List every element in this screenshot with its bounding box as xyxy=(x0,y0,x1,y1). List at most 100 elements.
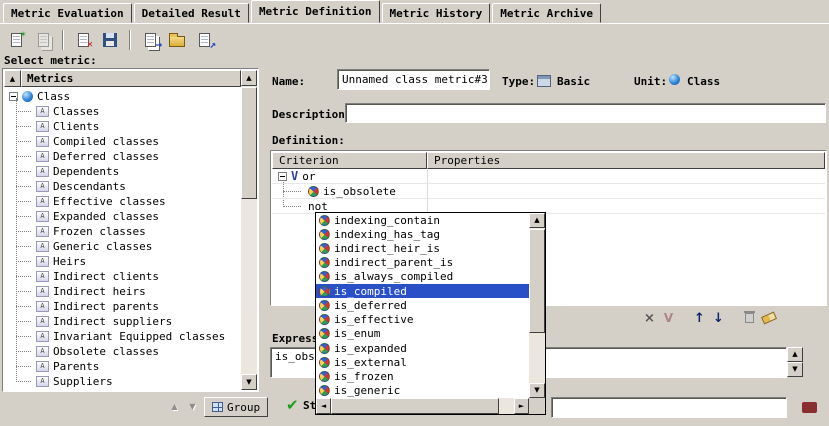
tree-column-header[interactable]: Metrics xyxy=(21,70,241,87)
tab-metric-evaluation[interactable]: Metric Evaluation xyxy=(3,3,132,23)
status-field[interactable] xyxy=(551,397,787,418)
metric-icon xyxy=(36,226,49,237)
dropdown-item-indexing-contain[interactable]: indexing_contain xyxy=(316,213,529,227)
move-criterion-up-button[interactable]: ↑ xyxy=(690,309,709,327)
dropdown-item-is-expanded[interactable]: is_expanded xyxy=(316,341,529,355)
criterion-row-is-obsolete[interactable]: is_obsolete xyxy=(272,184,825,199)
comment-button[interactable] xyxy=(795,396,823,418)
tree-item-frozen-classes[interactable]: Frozen classes xyxy=(4,224,241,239)
scroll-right-button[interactable] xyxy=(514,398,529,414)
type-value: Basic xyxy=(557,75,590,88)
tree-item-invariant-equipped-classes[interactable]: Invariant Equipped classes xyxy=(4,329,241,344)
delete-metric-button[interactable]: ✕ xyxy=(71,28,95,52)
delete-criterion-button[interactable] xyxy=(740,309,759,327)
swap-criterion-button[interactable]: × xyxy=(640,309,659,327)
tree-item-deferred-classes[interactable]: Deferred classes xyxy=(4,149,241,164)
dropdown-item-indexing-has-tag[interactable]: indexing_has_tag xyxy=(316,227,529,241)
tree-item-suppliers[interactable]: Suppliers xyxy=(4,374,241,389)
dropdown-item-is-always-compiled[interactable]: is_always_compiled xyxy=(316,270,529,284)
tree-item-clients[interactable]: Clients xyxy=(4,119,241,134)
save-metric-button[interactable] xyxy=(98,28,122,52)
scroll-down-button[interactable] xyxy=(241,374,257,390)
description-label: Description: xyxy=(272,108,351,121)
criterion-row-or[interactable]: V or xyxy=(272,169,825,184)
group-toggle-button[interactable]: Group xyxy=(204,397,268,417)
class-unit-icon xyxy=(22,91,33,102)
sort-ascending-icon xyxy=(10,75,15,83)
tree-item-label: Descendants xyxy=(53,180,126,193)
dropdown-item-is-effective[interactable]: is_effective xyxy=(316,313,529,327)
tree-item-indirect-clients[interactable]: Indirect clients xyxy=(4,269,241,284)
tab-detailed-result[interactable]: Detailed Result xyxy=(134,3,249,23)
tree-item-indirect-parents[interactable]: Indirect parents xyxy=(4,299,241,314)
expression-scroll-down-button[interactable] xyxy=(787,362,803,377)
metric-tool-window: Metric Evaluation Detailed Result Metric… xyxy=(0,0,829,426)
tab-metric-definition[interactable]: Metric Definition xyxy=(251,0,380,23)
move-criterion-down-button[interactable]: ↓ xyxy=(709,309,728,327)
export-metric-button[interactable]: ↗ xyxy=(192,28,216,52)
copy-metric-button[interactable] xyxy=(31,28,55,52)
clear-definition-button[interactable] xyxy=(759,309,778,327)
tree-item-heirs[interactable]: Heirs xyxy=(4,254,241,269)
dropdown-item-indirect-heir-is[interactable]: indirect_heir_is xyxy=(316,241,529,255)
tree-item-parents[interactable]: Parents xyxy=(4,359,241,374)
tree-item-indirect-suppliers[interactable]: Indirect suppliers xyxy=(4,314,241,329)
tree-item-indirect-heirs[interactable]: Indirect heirs xyxy=(4,284,241,299)
arrow-icon: → xyxy=(155,38,162,51)
open-metric-file-button[interactable] xyxy=(165,28,189,52)
scroll-left-button[interactable] xyxy=(316,398,331,414)
metric-icon xyxy=(36,136,49,147)
tree-scrollbar[interactable] xyxy=(241,70,257,390)
expression-scroll-up-button[interactable] xyxy=(787,347,803,362)
tree-item-label: Obsolete classes xyxy=(53,345,159,358)
definition-table-header: Criterion Properties xyxy=(272,152,825,169)
description-input[interactable] xyxy=(345,103,826,123)
tree-item-label: Generic classes xyxy=(53,240,152,253)
scroll-down-button[interactable] xyxy=(529,383,545,398)
name-label: Name: xyxy=(272,75,305,88)
tree-item-dependents[interactable]: Dependents xyxy=(4,164,241,179)
tree-item-classes[interactable]: Classes xyxy=(4,104,241,119)
dropdown-item-label: is_frozen xyxy=(334,370,394,383)
toolbar-separator xyxy=(129,30,131,50)
move-metric-up-button[interactable] xyxy=(166,398,183,415)
tree-root-class[interactable]: Class xyxy=(4,89,241,104)
tree-item-compiled-classes[interactable]: Compiled classes xyxy=(4,134,241,149)
dropdown-item-is-external[interactable]: is_external xyxy=(316,355,529,369)
scrollbar-thumb[interactable] xyxy=(331,398,499,414)
scrollbar-thumb[interactable] xyxy=(529,229,545,333)
scroll-up-button[interactable] xyxy=(241,70,257,86)
toolbar-separator xyxy=(62,30,64,50)
dropdown-vertical-scrollbar[interactable] xyxy=(529,213,545,398)
dropdown-item-indirect-parent-is[interactable]: indirect_parent_is xyxy=(316,256,529,270)
tree-item-expanded-classes[interactable]: Expanded classes xyxy=(4,209,241,224)
collapse-box-icon[interactable] xyxy=(278,172,287,181)
tree-item-obsolete-classes[interactable]: Obsolete classes xyxy=(4,344,241,359)
dropdown-horizontal-scrollbar[interactable] xyxy=(316,398,529,414)
dropdown-item-label: is_external xyxy=(334,356,407,369)
metric-name-input[interactable]: Unnamed class metric#3 xyxy=(337,69,490,90)
tree-item-label: Effective classes xyxy=(53,195,166,208)
duplicate-metric-button[interactable]: → xyxy=(138,28,162,52)
metric-icon xyxy=(36,241,49,252)
tree-item-descendants[interactable]: Descendants xyxy=(4,179,241,194)
dropdown-item-is-frozen[interactable]: is_frozen xyxy=(316,369,529,383)
eraser-icon xyxy=(760,311,776,324)
dropdown-item-is-compiled[interactable]: is_compiled xyxy=(316,284,529,298)
dropdown-item-is-enum[interactable]: is_enum xyxy=(316,327,529,341)
new-metric-button[interactable]: ✶ xyxy=(4,28,28,52)
tab-metric-archive[interactable]: Metric Archive xyxy=(492,3,601,23)
criterion-column-header[interactable]: Criterion xyxy=(272,152,427,169)
metric-icon xyxy=(36,166,49,177)
dropdown-item-is-generic[interactable]: is_generic xyxy=(316,384,529,398)
tree-item-effective-classes[interactable]: Effective classes xyxy=(4,194,241,209)
tab-metric-history[interactable]: Metric History xyxy=(382,3,491,23)
tree-item-generic-classes[interactable]: Generic classes xyxy=(4,239,241,254)
dropdown-item-is-deferred[interactable]: is_deferred xyxy=(316,298,529,312)
move-metric-down-button[interactable] xyxy=(184,398,201,415)
or-operator-button[interactable]: V xyxy=(659,309,678,327)
sort-header-button[interactable] xyxy=(4,70,21,87)
scroll-up-button[interactable] xyxy=(529,213,545,228)
properties-column-header[interactable]: Properties xyxy=(427,152,825,169)
scrollbar-thumb[interactable] xyxy=(241,87,257,199)
